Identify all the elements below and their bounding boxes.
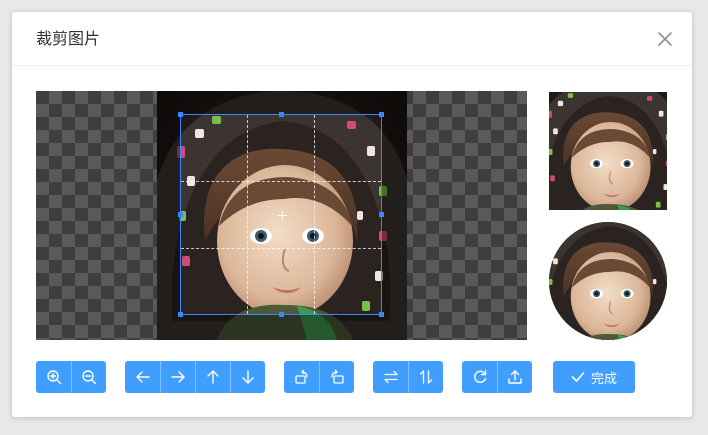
arrow-up-icon bbox=[207, 370, 219, 384]
move-right-button[interactable] bbox=[160, 361, 195, 393]
crop-handle-se[interactable] bbox=[379, 312, 384, 317]
crop-handle-n[interactable] bbox=[279, 112, 284, 117]
done-label: 完成 bbox=[590, 371, 617, 387]
flip-group bbox=[373, 361, 443, 393]
crop-handle-nw[interactable] bbox=[178, 112, 183, 117]
reset-button[interactable] bbox=[462, 361, 497, 393]
arrow-left-icon bbox=[135, 371, 150, 383]
dialog-title: 裁剪图片 bbox=[36, 29, 101, 48]
crop-handle-ne[interactable] bbox=[379, 112, 384, 117]
flip-horizontal-icon bbox=[383, 370, 398, 384]
done-button[interactable]: 完成 bbox=[553, 361, 635, 393]
crop-handle-s[interactable] bbox=[279, 312, 284, 317]
zoom-in-icon bbox=[46, 370, 61, 385]
flip-vertical-icon bbox=[419, 370, 433, 384]
upload-button[interactable] bbox=[497, 361, 532, 393]
crop-box[interactable] bbox=[178, 112, 384, 317]
move-left-button[interactable] bbox=[125, 361, 160, 393]
zoom-group bbox=[36, 361, 106, 393]
flip-horizontal-button[interactable] bbox=[373, 361, 408, 393]
move-up-button[interactable] bbox=[195, 361, 230, 393]
rotate-group bbox=[284, 361, 354, 393]
move-down-button[interactable] bbox=[230, 361, 265, 393]
reset-icon bbox=[473, 369, 486, 383]
preview-square bbox=[549, 92, 667, 210]
zoom-out-button[interactable] bbox=[71, 361, 106, 393]
crop-handle-w[interactable] bbox=[178, 212, 183, 217]
crop-handle-sw[interactable] bbox=[178, 312, 183, 317]
crop-guide-v2 bbox=[314, 115, 315, 314]
arrow-right-icon bbox=[171, 371, 185, 383]
check-icon bbox=[571, 372, 585, 382]
crop-guide-h1 bbox=[181, 181, 381, 182]
reset-upload-group bbox=[462, 361, 532, 393]
crop-guide-v1 bbox=[247, 115, 248, 314]
arrow-down-icon bbox=[242, 370, 254, 384]
rotate-left-icon bbox=[294, 369, 308, 384]
close-icon[interactable] bbox=[656, 30, 674, 48]
zoom-out-icon bbox=[82, 370, 97, 385]
crop-stage[interactable] bbox=[36, 91, 527, 340]
flip-vertical-button[interactable] bbox=[408, 361, 443, 393]
crop-guide-h2 bbox=[181, 248, 381, 249]
move-group bbox=[125, 361, 265, 393]
upload-icon bbox=[508, 370, 522, 384]
crop-center-icon bbox=[278, 211, 287, 220]
crop-dialog: 裁剪图片 完成 bbox=[12, 12, 692, 417]
rotate-left-button[interactable] bbox=[284, 361, 319, 393]
zoom-in-button[interactable] bbox=[36, 361, 71, 393]
crop-handle-e[interactable] bbox=[379, 212, 384, 217]
rotate-right-icon bbox=[331, 369, 344, 384]
dialog-header: 裁剪图片 bbox=[12, 12, 692, 66]
preview-circle bbox=[549, 222, 667, 340]
rotate-right-button[interactable] bbox=[319, 361, 354, 393]
